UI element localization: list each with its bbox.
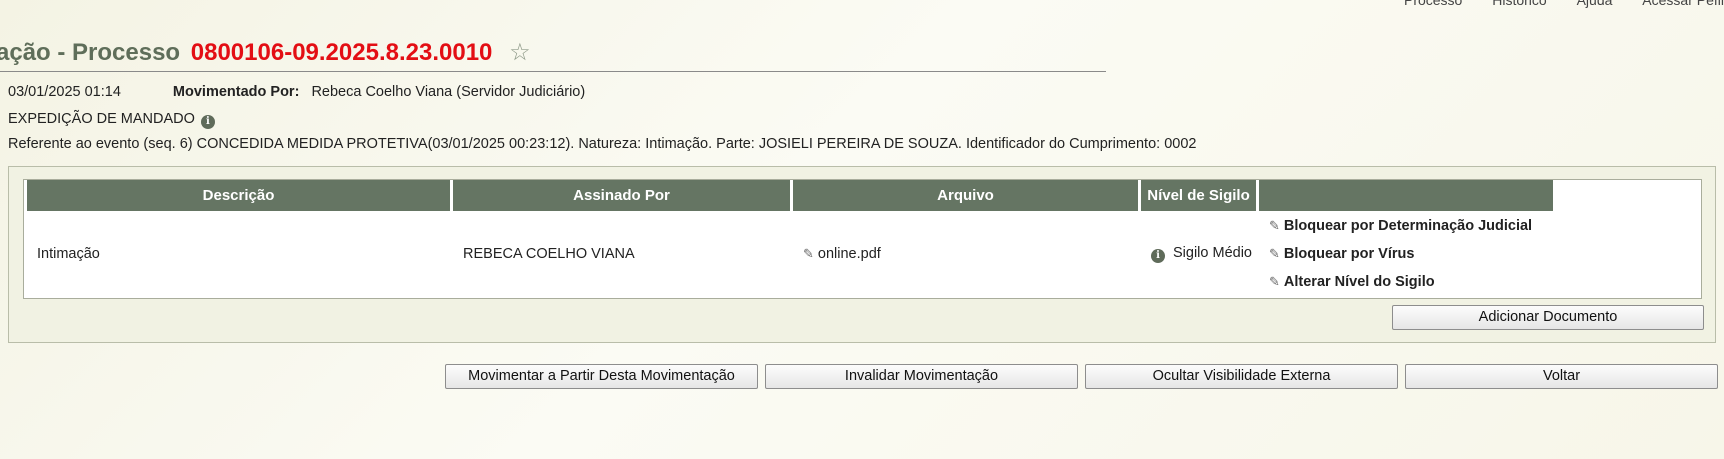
nav-processo[interactable]: Processo [1404, 0, 1462, 8]
action-label: Bloquear por Determinação Judicial [1283, 218, 1533, 234]
cell-descricao: Intimação [37, 246, 100, 262]
movement-type: EXPEDIÇÃO DE MANDADO [8, 111, 195, 127]
cell-arquivo: ✎ online.pdf [793, 211, 1138, 297]
table-header-row: Descrição Assinado Por Arquivo Nível de … [27, 180, 1553, 211]
action-bloquear-judicial[interactable]: ✎ Bloquear por Determinação Judicial [1269, 212, 1543, 240]
action-label: Alterar Nível do Sigilo [1283, 274, 1435, 290]
pen-icon: ✎ [1269, 246, 1280, 261]
col-actions [1259, 180, 1553, 211]
signed-file-icon: ✎ [803, 246, 814, 261]
action-label: Bloquear por Vírus [1283, 246, 1415, 262]
table-row: Intimação REBECA COELHO VIANA ✎ online.pd… [27, 211, 1553, 297]
documents-table: Descrição Assinado Por Arquivo Nível de … [24, 180, 1556, 297]
sigilo-info-icon[interactable]: i [1151, 249, 1165, 263]
invalidate-button[interactable]: Invalidar Movimentação [765, 364, 1078, 389]
moved-by: Rebeca Coelho Viana (Servidor Judiciário… [311, 84, 586, 100]
col-arquivo: Arquivo [793, 180, 1138, 211]
cell-sigilo: i Sigilo Médio [1141, 211, 1256, 297]
top-nav: Processo Histórico Ajuda Acessar Pefil [1378, 0, 1724, 8]
action-bloquear-virus[interactable]: ✎ Bloquear por Vírus [1269, 240, 1543, 268]
documents-table-box: Descrição Assinado Por Arquivo Nível de … [23, 179, 1702, 299]
page-title-prefix: ação - Processo [0, 39, 181, 66]
cell-assinado-por: REBECA COELHO VIANA [463, 246, 635, 262]
hide-external-button[interactable]: Ocultar Visibilidade Externa [1085, 364, 1398, 389]
action-alterar-sigilo[interactable]: ✎ Alterar Nível do Sigilo [1269, 268, 1543, 296]
page-title: ação - Processo 0800106-09.2025.8.23.001… [0, 38, 1106, 72]
info-icon[interactable]: i [200, 115, 215, 129]
movement-reference: Referente ao evento (seq. 6) CONCEDIDA M… [8, 136, 1197, 152]
documents-panel: Descrição Assinado Por Arquivo Nível de … [8, 166, 1716, 343]
pen-icon: ✎ [1269, 218, 1280, 233]
move-from-button[interactable]: Movimentar a Partir Desta Movimentação [445, 364, 758, 389]
nav-acessar-perfil[interactable]: Acessar Pefil [1642, 0, 1724, 8]
back-button[interactable]: Voltar [1405, 364, 1718, 389]
add-document-button[interactable]: Adicionar Documento [1392, 305, 1704, 330]
cell-actions: ✎ Bloquear por Determinação Judicial ✎ Blo… [1259, 211, 1553, 297]
nav-historico[interactable]: Histórico [1492, 0, 1546, 8]
process-number: 0800106-09.2025.8.23.0010 [190, 39, 493, 66]
col-assinado-por: Assinado Por [453, 180, 790, 211]
movement-datetime: 03/01/2025 01:14 [8, 84, 121, 100]
movement-info: 03/01/2025 01:14 Movimentado Por: Rebeca… [8, 84, 585, 100]
moved-by-label: Movimentado Por: [172, 84, 300, 100]
file-link[interactable]: online.pdf [818, 246, 881, 262]
sigilo-level: Sigilo Médio [1173, 245, 1252, 261]
movement-type-row: EXPEDIÇÃO DE MANDADO i [8, 111, 215, 129]
nav-ajuda[interactable]: Ajuda [1577, 0, 1613, 8]
col-descricao: Descrição [27, 180, 450, 211]
col-nivel-sigilo: Nível de Sigilo [1141, 180, 1256, 211]
favorite-star-icon[interactable]: ☆ [509, 39, 531, 66]
pen-icon: ✎ [1269, 274, 1280, 289]
